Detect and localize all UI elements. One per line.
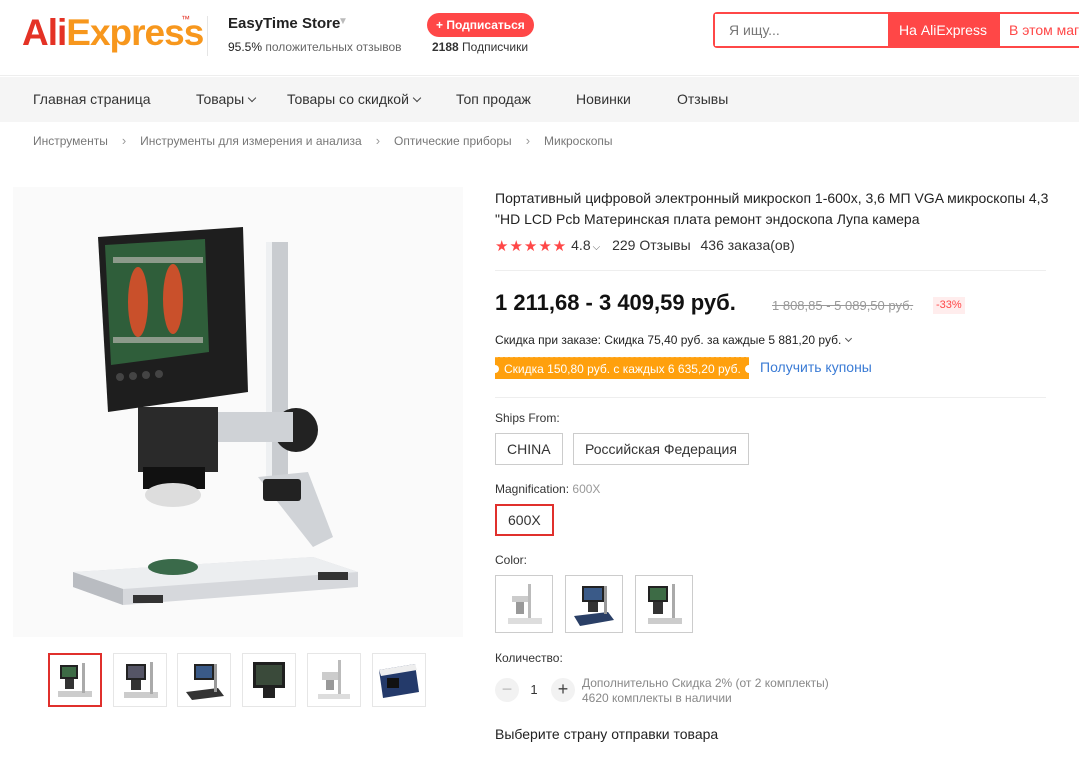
quantity-info: Дополнительно Скидка 2% (от 2 комплекты)… <box>582 676 829 706</box>
rating-value[interactable]: 4.8 <box>571 237 590 253</box>
thumbnail[interactable] <box>372 653 426 707</box>
search-box <box>713 12 888 48</box>
store-rating-value: 95.5% <box>228 40 263 54</box>
nav-item-label: Товары со скидкой <box>287 91 409 107</box>
magnification-label: Magnification: 600X <box>495 482 600 496</box>
breadcrumb-link[interactable]: Оптические приборы <box>394 134 512 148</box>
nav-item-sale[interactable]: Товары со скидкой <box>287 77 422 122</box>
followers: 2188 Подписчики <box>432 40 528 54</box>
store-menu-caret-icon[interactable]: ▼ <box>338 16 348 27</box>
divider <box>495 397 1046 398</box>
breadcrumb-link[interactable]: Инструменты для измерения и анализа <box>140 134 362 148</box>
color-label: Color: <box>495 553 528 567</box>
nav-item-label: Главная страница <box>33 91 151 107</box>
quantity-stock: 4620 комплекты в наличии <box>582 691 732 705</box>
quantity-increase-button[interactable]: + <box>551 678 575 702</box>
nav-item-label: Отзывы <box>677 91 729 107</box>
reviews-link[interactable]: 229 Отзывы <box>612 237 691 253</box>
subscribe-button[interactable]: + Подписаться <box>427 13 534 37</box>
microscope-image <box>13 187 463 637</box>
discount-badge: -33% <box>933 297 965 314</box>
store-rating-text: положительных отзывов <box>265 40 402 54</box>
thumbnail[interactable] <box>177 653 231 707</box>
thumbnail[interactable] <box>48 653 102 707</box>
product-main-image[interactable] <box>13 187 463 637</box>
breadcrumb-separator-icon: › <box>121 133 127 148</box>
get-coupons-link[interactable]: Получить купоны <box>760 359 872 375</box>
thumbnail[interactable] <box>113 653 167 707</box>
logo-ali: Ali <box>22 12 67 53</box>
product-page: AliExpress ™ EasyTime Store ▼ 95.5% поло… <box>0 0 1079 759</box>
store-nav: Главная страница Товары Товары со скидко… <box>0 77 1079 122</box>
nav-item-label: Товары <box>196 91 245 107</box>
breadcrumb: Инструменты › Инструменты для измерения и … <box>33 133 613 148</box>
color-option-black-screen[interactable] <box>635 575 693 633</box>
nav-item-reviews[interactable]: Отзывы <box>677 77 728 122</box>
aliexpress-logo[interactable]: AliExpress <box>22 12 204 54</box>
product-title: Портативный цифровой электронный микроск… <box>495 190 1049 227</box>
header-divider <box>207 16 208 56</box>
nav-item-top-sellers[interactable]: Топ продаж <box>456 77 531 122</box>
ship-from-russia-option[interactable]: Российская Федерация <box>573 433 749 465</box>
chevron-down-icon <box>412 93 422 103</box>
ships-from-label: Ships From: <box>495 411 560 425</box>
magnification-selected-value: 600X <box>572 482 601 496</box>
thumbnail[interactable] <box>242 653 296 707</box>
nav-item-products[interactable]: Товары <box>196 77 257 122</box>
store-name[interactable]: EasyTime Store <box>228 15 340 32</box>
search-store-button[interactable]: В этом магазине <box>998 12 1079 48</box>
color-option-silver[interactable] <box>495 575 553 633</box>
nav-item-home[interactable]: Главная страница <box>33 77 151 122</box>
product-price: 1 211,68 - 3 409,59 руб. <box>495 290 736 315</box>
ship-country-prompt: Выберите страну отправки товара <box>495 726 719 742</box>
search-aliexpress-button[interactable]: На AliExpress <box>888 12 998 48</box>
followers-count: 2188 <box>432 40 459 54</box>
breadcrumb-link[interactable]: Инструменты <box>33 134 108 148</box>
star-rating-icon: ★★★★★ <box>495 238 568 255</box>
divider <box>495 270 1046 271</box>
logo-trademark: ™ <box>181 14 190 24</box>
header: AliExpress ™ EasyTime Store ▼ 95.5% поло… <box>0 0 1079 76</box>
search-input[interactable] <box>715 14 888 46</box>
store-rating: 95.5% положительных отзывов <box>228 40 402 54</box>
quantity-label: Количество: <box>495 651 563 665</box>
color-option-with-screen[interactable] <box>565 575 623 633</box>
nav-item-new[interactable]: Новинки <box>576 77 631 122</box>
quantity-decrease-button[interactable]: − <box>495 678 519 702</box>
order-discount-text: Скидка при заказе: Скидка 75,40 руб. за … <box>495 333 842 347</box>
nav-item-label: Топ продаж <box>456 91 531 107</box>
quantity-value[interactable]: 1 <box>527 682 541 697</box>
chevron-down-icon <box>845 334 853 343</box>
nav-item-label: Новинки <box>576 91 631 107</box>
order-discount[interactable]: Скидка при заказе: Скидка 75,40 руб. за … <box>495 333 853 347</box>
breadcrumb-separator-icon: › <box>375 133 381 148</box>
coupon-tag: Скидка 150,80 руб. с каждых 6 635,20 руб… <box>494 357 750 379</box>
followers-label: Подписчики <box>462 40 529 54</box>
quantity-discount: Дополнительно Скидка 2% (от 2 комплекты) <box>582 676 829 690</box>
rating-row: ★★★★★ 4.8 ⌵ 229 Отзывы 436 заказа(ов) <box>495 237 795 257</box>
ship-from-china-option[interactable]: CHINA <box>495 433 563 465</box>
chevron-down-icon <box>247 93 257 103</box>
breadcrumb-separator-icon: › <box>525 133 531 148</box>
orders-count: 436 заказа(ов) <box>700 237 795 253</box>
magnification-label-text: Magnification: <box>495 482 570 496</box>
thumbnail[interactable] <box>307 653 361 707</box>
old-price: 1 808,85 - 5 089,50 руб. <box>772 298 914 313</box>
breadcrumb-link[interactable]: Микроскопы <box>544 134 612 148</box>
magnification-600x-option[interactable]: 600X <box>495 504 554 536</box>
chevron-down-icon[interactable]: ⌵ <box>593 242 601 253</box>
